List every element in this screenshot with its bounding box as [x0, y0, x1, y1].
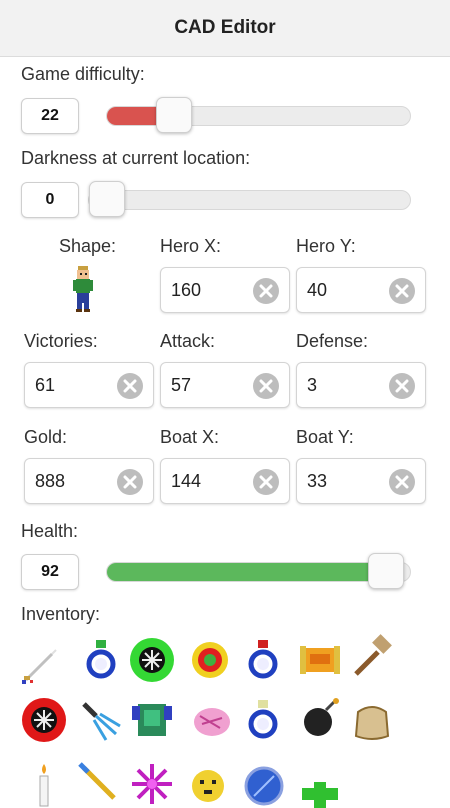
gold-value: 888	[35, 471, 66, 491]
darkness-slider[interactable]	[88, 181, 411, 217]
hero-y-label: Hero Y:	[296, 236, 356, 256]
candle-icon[interactable]	[20, 760, 68, 808]
victories-value: 61	[35, 375, 56, 395]
clear-icon[interactable]	[117, 373, 143, 399]
green-orb-icon[interactable]	[128, 636, 176, 684]
red-orb-icon[interactable]	[20, 696, 68, 744]
claw-icon[interactable]	[76, 696, 124, 744]
blue-orb-icon[interactable]	[240, 760, 288, 808]
clear-icon[interactable]	[253, 373, 279, 399]
app-title: CAD Editor	[174, 17, 276, 38]
health-slider-fill	[107, 563, 386, 581]
armor-icon[interactable]	[128, 696, 176, 744]
health-slider[interactable]	[106, 553, 411, 589]
shape-label: Shape:	[59, 236, 117, 256]
boat-y-label: Boat Y:	[296, 427, 354, 447]
difficulty-label: Game difficulty:	[21, 64, 145, 84]
difficulty-slider-thumb[interactable]	[155, 97, 192, 133]
boat-x-value: 144	[171, 471, 202, 491]
victories-label: Victories:	[24, 331, 98, 351]
gold-field[interactable]: 888	[24, 458, 154, 504]
star-flower-icon[interactable]	[128, 760, 176, 808]
pink-creature-icon[interactable]	[186, 696, 234, 744]
defense-label: Defense:	[296, 331, 369, 351]
clear-icon[interactable]	[389, 373, 415, 399]
hero-x-label: Hero X:	[160, 236, 222, 256]
sword-icon[interactable]	[16, 640, 64, 688]
darkness-slider-thumb[interactable]	[89, 181, 125, 217]
hero-shape-sprite[interactable]	[72, 266, 94, 312]
defense-value: 3	[307, 375, 318, 395]
title-bar: CAD Editor	[0, 0, 450, 57]
golden-sword-icon[interactable]	[76, 760, 124, 808]
hero-x-value: 160	[171, 280, 202, 300]
bomb-icon[interactable]	[296, 696, 344, 744]
darkness-label: Darkness at current location:	[21, 148, 251, 168]
hero-y-field[interactable]: 40	[296, 267, 426, 313]
health-slider-thumb[interactable]	[367, 553, 404, 589]
clear-icon[interactable]	[253, 278, 279, 304]
difficulty-value: 22	[21, 98, 79, 134]
hammer-icon[interactable]	[348, 632, 396, 680]
plus-icon[interactable]	[296, 760, 344, 808]
scroll-icon[interactable]	[296, 636, 344, 684]
clear-icon[interactable]	[117, 469, 143, 495]
attack-label: Attack:	[160, 331, 216, 351]
health-label: Health:	[21, 521, 79, 541]
difficulty-slider[interactable]	[106, 97, 411, 133]
clear-icon[interactable]	[389, 469, 415, 495]
inventory-label: Inventory:	[21, 604, 101, 624]
clear-icon[interactable]	[389, 278, 415, 304]
boat-y-value: 33	[307, 471, 328, 491]
boat-x-label: Boat X:	[160, 427, 220, 447]
ring-icon[interactable]	[78, 636, 126, 684]
hero-y-value: 40	[307, 280, 328, 300]
bag-icon[interactable]	[348, 696, 396, 744]
ring-red-icon[interactable]	[240, 636, 288, 684]
red-gem-icon[interactable]	[186, 636, 234, 684]
darkness-value: 0	[21, 182, 79, 218]
gold-label: Gold:	[24, 427, 68, 447]
defense-field[interactable]: 3	[296, 362, 426, 408]
boat-y-field[interactable]: 33	[296, 458, 426, 504]
health-value: 92	[21, 554, 79, 590]
clear-icon[interactable]	[253, 469, 279, 495]
ring-blue-icon[interactable]	[240, 696, 288, 744]
attack-value: 57	[171, 375, 192, 395]
boat-x-field[interactable]: 144	[160, 458, 290, 504]
victories-field[interactable]: 61	[24, 362, 154, 408]
attack-field[interactable]: 57	[160, 362, 290, 408]
hero-x-field[interactable]: 160	[160, 267, 290, 313]
face-icon[interactable]	[184, 760, 232, 808]
